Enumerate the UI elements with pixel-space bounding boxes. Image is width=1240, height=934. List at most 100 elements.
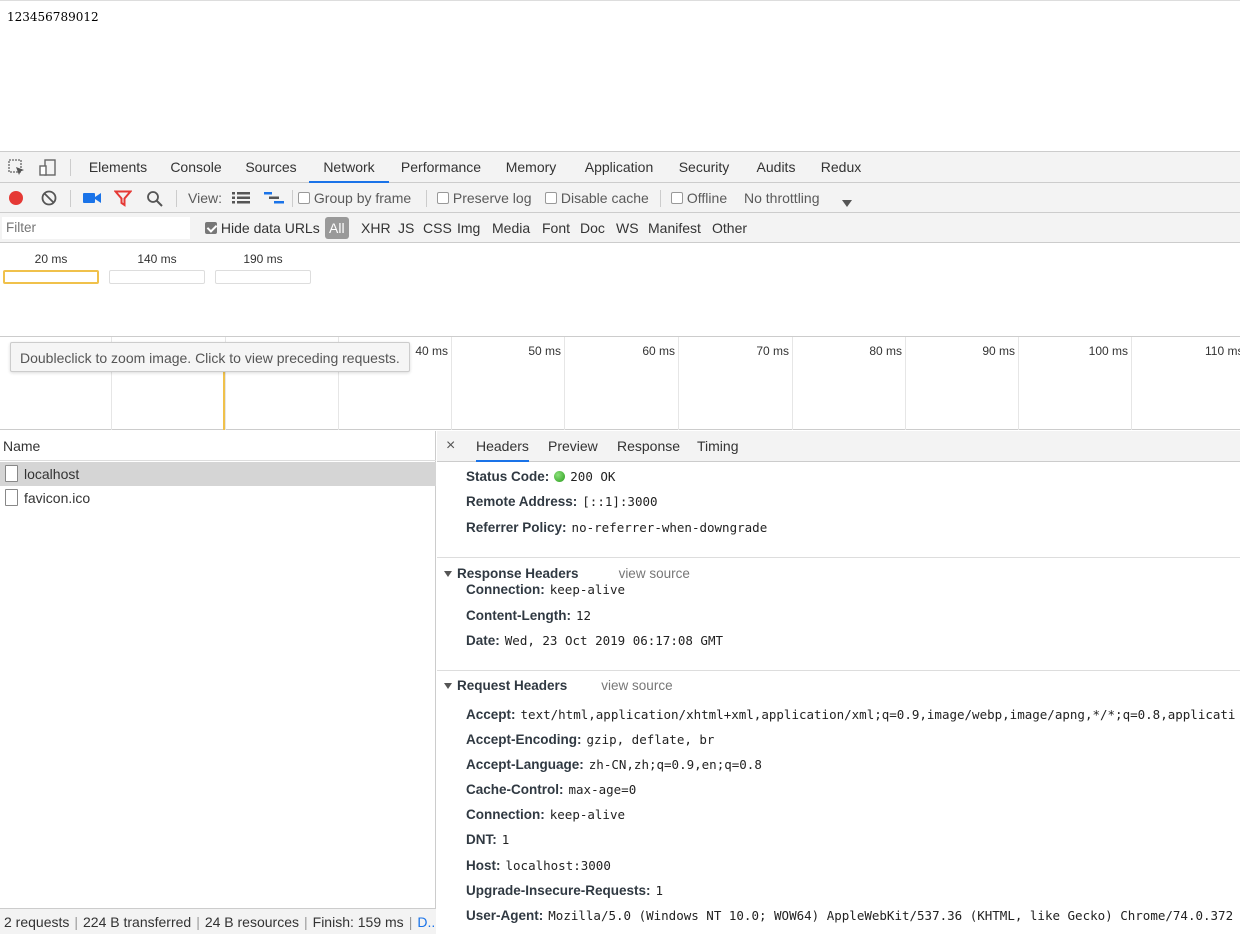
header-name: Accept-Language: — [466, 757, 584, 772]
offline-label: Offline — [686, 190, 728, 206]
detail-tab-preview[interactable]: Preview — [548, 431, 598, 462]
timeline-tick-label: 60 ms — [642, 344, 675, 358]
header-value: Mozilla/5.0 (Windows NT 10.0; WOW64) App… — [548, 908, 1234, 923]
toolbar-divider — [426, 190, 427, 207]
type-filter-manifest[interactable]: Manifest — [648, 217, 701, 239]
offline-checkbox[interactable]: Offline — [671, 183, 727, 213]
header-name: Connection: — [466, 807, 545, 822]
header-row: Upgrade-Insecure-Requests: 1 — [466, 878, 663, 903]
summary-requests: 2 requests — [4, 914, 70, 930]
header-name: Host: — [466, 858, 501, 873]
preserve-log-checkbox[interactable]: Preserve log — [437, 183, 531, 213]
filter-input[interactable] — [2, 217, 190, 239]
detail-tab-headers[interactable]: Headers — [476, 431, 529, 462]
header-value: zh-CN,zh;q=0.9,en;q=0.8 — [588, 757, 762, 772]
device-toolbar-icon[interactable] — [38, 158, 58, 178]
large-rows-icon[interactable] — [232, 191, 250, 208]
group-by-frame-checkbox[interactable]: Group by frame — [298, 183, 411, 213]
tab-memory[interactable]: Memory — [496, 152, 566, 183]
timeline-gridline — [678, 337, 679, 430]
tab-network[interactable]: Network — [309, 152, 389, 183]
tab-application[interactable]: Application — [574, 152, 664, 183]
summary-finish: Finish: 159 ms — [312, 914, 404, 930]
timeline-gridline — [564, 337, 565, 430]
checkbox-box[interactable] — [545, 192, 557, 204]
screenshot-camera-icon[interactable] — [82, 190, 102, 209]
name-column-header[interactable]: Name — [0, 431, 436, 461]
header-row: Status Code: 200 OK — [466, 464, 615, 489]
header-row: Connection: keep-alive — [466, 577, 625, 602]
devtools-tabbar: Elements Console Sources Network Performance… — [0, 152, 1240, 183]
header-value: 1 — [501, 832, 510, 847]
type-filter-media[interactable]: Media — [492, 217, 530, 239]
type-filter-doc[interactable]: Doc — [580, 217, 605, 239]
throttling-select[interactable]: No throttling — [744, 183, 819, 213]
timeline-tick-label: 80 ms — [869, 344, 902, 358]
checkbox-box[interactable] — [437, 192, 449, 204]
tab-audits[interactable]: Audits — [746, 152, 806, 183]
frame-thumbnail[interactable] — [3, 270, 99, 284]
network-timeline[interactable]: 10 ms20 ms30 ms40 ms50 ms60 ms70 ms80 ms… — [0, 337, 1240, 430]
waterfall-overview-icon[interactable] — [264, 191, 284, 208]
header-value: no-referrer-when-downgrade — [571, 520, 768, 535]
header-value: keep-alive — [549, 582, 626, 597]
tab-elements[interactable]: Elements — [80, 152, 156, 183]
clear-icon[interactable] — [40, 189, 58, 210]
frame-thumbnail[interactable] — [109, 270, 205, 284]
header-name: Accept: — [466, 707, 516, 722]
inspect-element-icon[interactable] — [7, 158, 27, 178]
request-row[interactable]: favicon.ico — [0, 486, 436, 510]
document-file-icon — [5, 489, 18, 506]
header-row: Accept-Language: zh-CN,zh;q=0.9,en;q=0.8 — [466, 752, 762, 777]
detail-tab-timing[interactable]: Timing — [697, 431, 739, 462]
header-row: Referrer Policy: no-referrer-when-downgra… — [466, 515, 767, 540]
type-filter-js[interactable]: JS — [398, 217, 414, 239]
header-row: Content-Length: 12 — [466, 603, 591, 628]
detail-tab-response[interactable]: Response — [617, 431, 680, 462]
type-filter-other[interactable]: Other — [712, 217, 747, 239]
checkbox-box[interactable] — [298, 192, 310, 204]
frame-thumbnail[interactable] — [215, 270, 311, 284]
type-filter-css[interactable]: CSS — [423, 217, 452, 239]
search-icon[interactable] — [146, 190, 164, 211]
filter-bar: Hide data URLs All XHR JS CSSImg Media Font Do… — [0, 213, 1240, 243]
toolbar-divider — [176, 190, 177, 207]
frames-overview[interactable]: 20 ms 140 ms 190 ms — [0, 244, 1240, 337]
header-name: Date: — [466, 633, 500, 648]
header-row: DNT: 1 — [466, 827, 509, 852]
view-source-link[interactable]: view source — [619, 566, 690, 581]
type-filter-xhr[interactable]: XHR — [361, 217, 391, 239]
disable-cache-label: Disable cache — [560, 190, 649, 206]
tabbar-divider — [70, 159, 71, 176]
timeline-gridline — [792, 337, 793, 430]
type-filter-img[interactable]: Img — [457, 217, 480, 239]
timeline-tick-label: 70 ms — [756, 344, 789, 358]
request-headers-toggle[interactable]: Request Headers view source — [444, 674, 673, 698]
tab-performance[interactable]: Performance — [391, 152, 491, 183]
checkbox-box[interactable] — [205, 222, 217, 234]
record-icon[interactable] — [7, 189, 25, 210]
timeline-tooltip: Doubleclick to zoom image. Click to view… — [10, 342, 410, 372]
request-row[interactable]: localhost — [0, 462, 436, 486]
hide-data-urls-checkbox[interactable]: Hide data URLs — [205, 213, 320, 243]
status-ok-icon — [554, 471, 566, 482]
view-source-link[interactable]: view source — [601, 678, 672, 693]
header-row: Host: localhost:3000 — [466, 853, 611, 878]
type-filter-all[interactable]: All — [325, 217, 349, 239]
type-filter-font[interactable]: Font — [542, 217, 570, 239]
summary-more-link[interactable]: D... — [417, 914, 436, 930]
timeline-gridline — [451, 337, 452, 430]
tab-sources[interactable]: Sources — [239, 152, 303, 183]
checkbox-box[interactable] — [671, 192, 683, 204]
header-name: Referrer Policy: — [466, 520, 567, 535]
disable-cache-checkbox[interactable]: Disable cache — [545, 183, 649, 213]
type-filter-ws[interactable]: WS — [616, 217, 639, 239]
tab-redux[interactable]: Redux — [812, 152, 870, 183]
summary-transferred: 224 B transferred — [83, 914, 192, 930]
close-icon[interactable]: × — [446, 431, 455, 462]
filter-icon[interactable] — [113, 190, 133, 210]
tab-security[interactable]: Security — [670, 152, 738, 183]
frame-duration-label: 140 ms — [137, 252, 177, 266]
chevron-down-icon[interactable] — [842, 195, 852, 210]
tab-console[interactable]: Console — [163, 152, 229, 183]
